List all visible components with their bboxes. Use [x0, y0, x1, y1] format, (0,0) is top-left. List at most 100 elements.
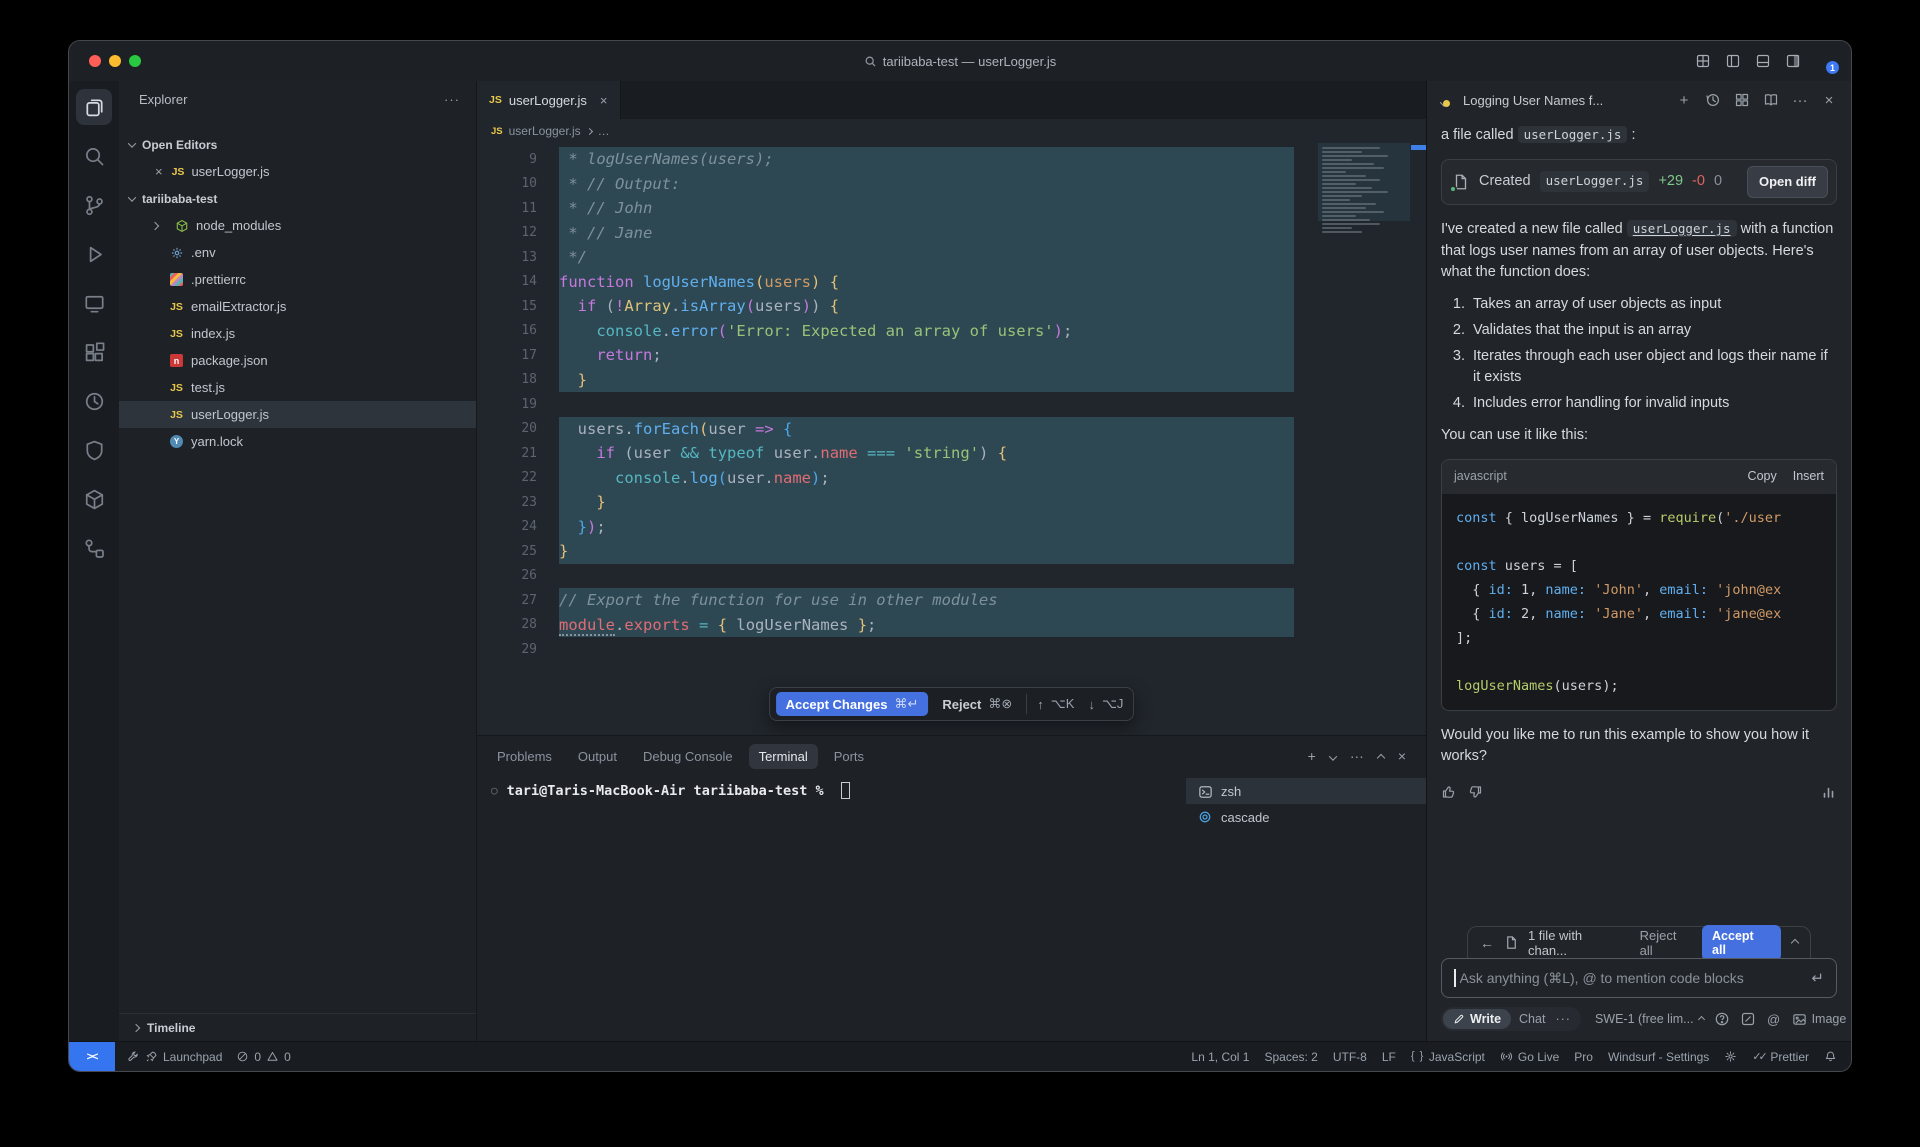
plus-icon[interactable]: + [1308, 748, 1316, 764]
accept-all-button[interactable]: Accept all [1702, 925, 1781, 961]
activity-history-icon[interactable] [76, 383, 112, 419]
terminal-output[interactable]: ○ tari@Taris-MacBook-Air tariibaba-test … [477, 776, 1186, 1041]
status-javascript[interactable]: { }JavaScript [1411, 1050, 1485, 1064]
status-bell-icon[interactable] [1824, 1050, 1837, 1063]
activity-run-debug-icon[interactable] [76, 236, 112, 272]
thumbs-down-icon[interactable] [1467, 784, 1483, 800]
activity-search-icon[interactable] [76, 138, 112, 174]
close-icon[interactable]: × [1821, 92, 1837, 108]
plus-icon[interactable]: + [1676, 92, 1692, 108]
chat-mode-button[interactable]: Chat [1513, 1009, 1551, 1029]
close-icon[interactable]: × [155, 164, 163, 179]
model-selector[interactable]: SWE-1 (free lim... [1595, 1012, 1704, 1026]
prev-change-button[interactable]: ↑⌥K [1037, 696, 1078, 712]
status-spaces-2[interactable]: Spaces: 2 [1264, 1050, 1317, 1064]
activity-shield-icon[interactable] [76, 432, 112, 468]
root-folder-section[interactable]: tariibaba-test [119, 185, 476, 212]
file-item-yarn.lock[interactable]: Yyarn.lock [119, 428, 476, 455]
file-item-node_modules[interactable]: node_modules [119, 212, 476, 239]
close-window-button[interactable] [89, 55, 101, 67]
insert-button[interactable]: Insert [1793, 467, 1824, 486]
open-editors-section[interactable]: Open Editors [119, 131, 476, 158]
chat-input-box[interactable]: ↵ [1441, 958, 1837, 998]
write-mode-button[interactable]: Write [1443, 1009, 1511, 1029]
status-go-live[interactable]: Go Live [1500, 1050, 1559, 1064]
activity-source-control-icon[interactable] [76, 187, 112, 223]
status-lf[interactable]: LF [1382, 1050, 1396, 1064]
chat-input[interactable] [1460, 970, 1812, 986]
panel-tab-output[interactable]: Output [568, 744, 627, 769]
launchpad-button[interactable]: Launchpad [127, 1050, 222, 1064]
arrow-left-icon[interactable]: ← [1480, 935, 1495, 950]
layout-grid-icon[interactable] [1695, 53, 1712, 70]
status-pro[interactable]: Pro [1574, 1050, 1593, 1064]
blocks-icon[interactable] [1734, 92, 1750, 108]
panel-tab-ports[interactable]: Ports [824, 744, 874, 769]
panel-tab-debug-console[interactable]: Debug Console [633, 744, 743, 769]
status-gear-icon[interactable] [1724, 1050, 1737, 1063]
status-prettier[interactable]: ✓✓Prettier [1752, 1050, 1809, 1064]
panel-tab-terminal[interactable]: Terminal [749, 744, 818, 769]
panel-right-icon[interactable] [1785, 53, 1802, 70]
cascade-title[interactable]: Logging User Names f... [1463, 93, 1603, 108]
copy-button[interactable]: Copy [1748, 467, 1777, 486]
help-icon[interactable] [1714, 1011, 1730, 1027]
terminal-item-zsh[interactable]: zsh [1186, 778, 1426, 804]
status-ln-1-col-1[interactable]: Ln 1, Col 1 [1191, 1050, 1249, 1064]
file-item-emailExtractor.js[interactable]: JSemailExtractor.js [119, 293, 476, 320]
image-button[interactable]: Image [1792, 1012, 1847, 1027]
next-change-button[interactable]: ↓⌥J [1088, 696, 1127, 712]
timeline-section[interactable]: Timeline [119, 1013, 476, 1041]
minimap[interactable] [1318, 143, 1410, 221]
file-item-index.js[interactable]: JSindex.js [119, 320, 476, 347]
edit-box-icon[interactable] [1740, 1011, 1756, 1027]
activity-workflow-icon[interactable] [76, 530, 112, 566]
breadcrumb[interactable]: JS userLogger.js … [477, 119, 1426, 143]
thumbs-up-icon[interactable] [1441, 784, 1457, 800]
remote-indicator[interactable]: >< [69, 1042, 115, 1071]
activity-remote-window-icon[interactable] [76, 285, 112, 321]
zoom-window-button[interactable] [129, 55, 141, 67]
reject-all-button[interactable]: Reject all [1640, 928, 1693, 958]
sidebar-more-icon[interactable]: ··· [444, 92, 460, 107]
close-icon[interactable]: × [1398, 748, 1406, 764]
code-editor[interactable]: 9 * logUserNames(users);10 * // Output:1… [477, 143, 1426, 735]
activity-explorer-icon[interactable] [76, 89, 112, 125]
panel-bottom-icon[interactable] [1755, 53, 1772, 70]
panel-tab-problems[interactable]: Problems [487, 744, 562, 769]
file-item-.prettierrc[interactable]: .prettierrc [119, 266, 476, 293]
more-modes-button[interactable]: ··· [1553, 1009, 1579, 1029]
terminal-item-cascade[interactable]: cascade [1186, 804, 1426, 830]
open-diff-button[interactable]: Open diff [1747, 166, 1828, 198]
chevron-down-icon[interactable] [1330, 748, 1336, 764]
history-icon[interactable] [1705, 92, 1721, 108]
mention-icon[interactable]: @ [1766, 1011, 1782, 1027]
bar-chart-icon[interactable] [1821, 784, 1837, 800]
chevron-down-icon[interactable] [1441, 94, 1455, 106]
more-icon[interactable]: ··· [1350, 748, 1364, 764]
tab-userlogger[interactable]: JS userLogger.js × [477, 81, 621, 119]
file-item-test.js[interactable]: JStest.js [119, 374, 476, 401]
file-item-package.json[interactable]: npackage.json [119, 347, 476, 374]
reject-changes-button[interactable]: Reject ⌘⊗ [938, 696, 1016, 712]
book-icon[interactable] [1763, 92, 1779, 108]
more-icon[interactable]: ··· [1792, 92, 1808, 108]
created-file-card[interactable]: Created userLogger.js +29 -0 0 Open diff [1441, 159, 1837, 205]
panel-left-icon[interactable] [1725, 53, 1742, 70]
activity-extensions-icon[interactable] [76, 334, 112, 370]
activity-package-icon[interactable] [76, 481, 112, 517]
chevron-up-icon[interactable] [1378, 748, 1384, 764]
open-editor-userlogger[interactable]: × JS userLogger.js [119, 158, 476, 185]
file-item-userLogger.js[interactable]: JSuserLogger.js [119, 401, 476, 428]
inline-code-link[interactable]: userLogger.js [1627, 220, 1737, 237]
minimize-window-button[interactable] [109, 55, 121, 67]
chevron-up-icon[interactable] [1791, 938, 1799, 946]
status-windsurf-settings[interactable]: Windsurf - Settings [1608, 1050, 1709, 1064]
file-item-.env[interactable]: .env [119, 239, 476, 266]
problems-indicator[interactable]: 0 0 [236, 1050, 290, 1064]
close-tab-icon[interactable]: × [600, 93, 608, 108]
accept-changes-button[interactable]: Accept Changes ⌘↵ [776, 692, 929, 716]
status-utf-8[interactable]: UTF-8 [1333, 1050, 1367, 1064]
return-icon[interactable]: ↵ [1811, 969, 1824, 987]
account-avatar[interactable]: 1 [1815, 51, 1835, 71]
